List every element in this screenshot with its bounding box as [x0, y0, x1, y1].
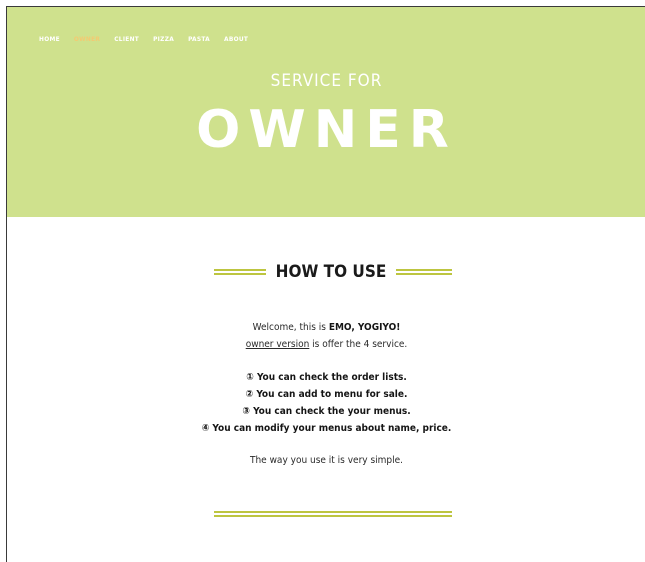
heading-rule-right-top [396, 269, 452, 271]
page-frame: HOME OWNER CLIENT PIZZA PASTA ABOUT SERV… [6, 6, 645, 562]
app-name: EMO, YOGIYO! [328, 322, 401, 333]
top-nav: HOME OWNER CLIENT PIZZA PASTA ABOUT [39, 34, 262, 44]
hero-title: OWNER [196, 100, 457, 160]
service-item: ② You can add to menu for sale. [245, 389, 408, 400]
service-item: ④ You can modify your menus about name, … [201, 423, 452, 434]
how-to-use-content: Welcome, this is EMO, YOGIYO! owner vers… [7, 319, 645, 469]
owner-version-link[interactable]: owner version [246, 339, 310, 350]
bottom-rule-bottom [214, 515, 452, 517]
section-title: HOW TO USE [275, 262, 387, 282]
bottom-rule-top [214, 511, 452, 513]
version-suffix: is offer the 4 service. [309, 339, 408, 350]
heading-rule-right-bottom [396, 273, 452, 275]
nav-item-owner[interactable]: OWNER [74, 34, 100, 44]
how-to-use-heading: HOW TO USE [7, 259, 645, 289]
hero-subtitle: SERVICE FOR [270, 71, 383, 91]
service-item: ① You can check the order lists. [246, 372, 407, 383]
nav-item-pasta[interactable]: PASTA [188, 34, 210, 44]
service-item: ③ You can check the your menus. [242, 406, 411, 417]
nav-item-about[interactable]: ABOUT [224, 34, 248, 44]
closing-line: The way you use it is very simple. [249, 455, 404, 466]
nav-item-client[interactable]: CLIENT [114, 34, 139, 44]
heading-rule-left-top [214, 269, 266, 271]
nav-item-pizza[interactable]: PIZZA [153, 34, 174, 44]
welcome-prefix: Welcome, this is [252, 322, 329, 333]
version-line: owner version is offer the 4 service. [7, 336, 645, 353]
heading-rule-left-bottom [214, 273, 266, 275]
hero-banner: HOME OWNER CLIENT PIZZA PASTA ABOUT SERV… [7, 7, 645, 217]
welcome-line: Welcome, this is EMO, YOGIYO! [7, 319, 645, 336]
nav-item-home[interactable]: HOME [39, 34, 60, 44]
